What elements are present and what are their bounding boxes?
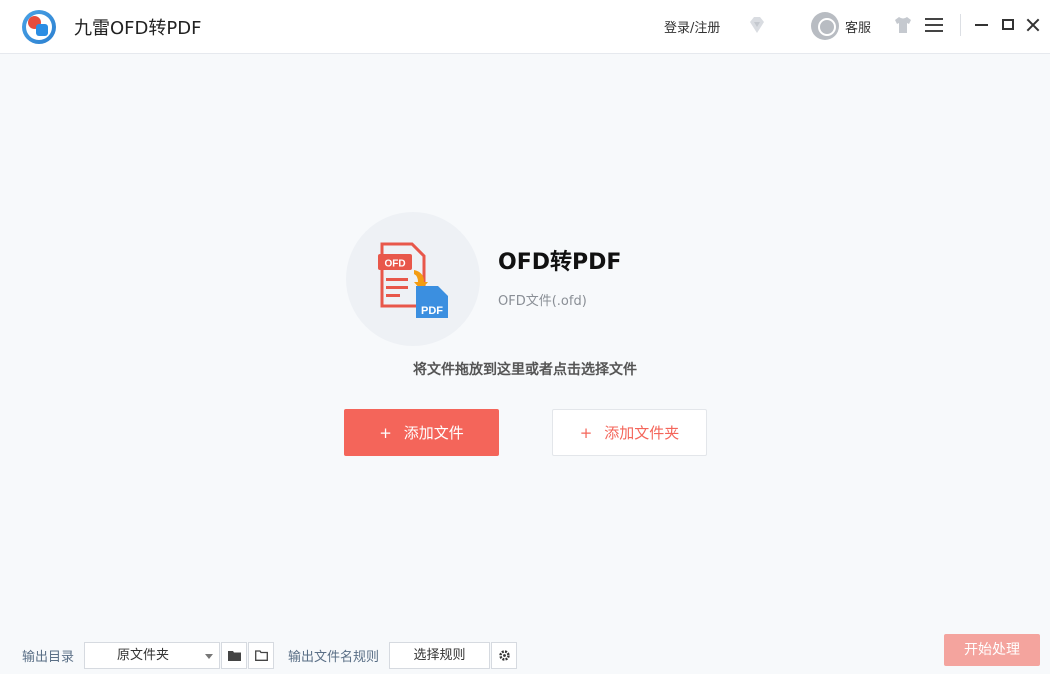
add-folder-label: 添加文件夹 bbox=[604, 424, 680, 442]
add-file-label: 添加文件 bbox=[403, 424, 464, 442]
chevron-down-icon bbox=[205, 654, 213, 659]
pdf-icon-text: PDF bbox=[421, 305, 443, 317]
app-logo bbox=[22, 10, 56, 44]
vip-diamond-icon[interactable] bbox=[746, 14, 768, 36]
skin-tshirt-icon[interactable] bbox=[893, 16, 913, 34]
output-dir-value: 原文件夹 bbox=[117, 648, 170, 663]
menu-icon[interactable] bbox=[925, 18, 943, 32]
filename-rule-label: 输出文件名规则 bbox=[288, 650, 380, 665]
login-register-link[interactable]: 登录/注册 bbox=[664, 17, 720, 36]
choose-rule-button[interactable]: 选择规则 bbox=[389, 642, 490, 669]
plus-icon: + bbox=[579, 423, 593, 442]
output-dir-select[interactable]: 原文件夹 bbox=[84, 642, 220, 669]
rule-settings-button[interactable] bbox=[491, 642, 517, 669]
start-processing-button[interactable]: 开始处理 bbox=[944, 634, 1040, 666]
maximize-icon[interactable] bbox=[1002, 19, 1014, 30]
open-folder-button[interactable] bbox=[248, 642, 274, 669]
titlebar-divider bbox=[960, 14, 961, 36]
plus-icon: + bbox=[379, 423, 392, 442]
conversion-subtitle: OFD文件(.ofd) bbox=[498, 294, 587, 309]
ofd-to-pdf-icon: OFD PDF bbox=[378, 242, 448, 318]
close-icon[interactable] bbox=[1024, 16, 1042, 34]
app-title: 九雷OFD转PDF bbox=[74, 18, 202, 39]
browse-folder-button[interactable] bbox=[221, 642, 247, 669]
add-file-button[interactable]: + 添加文件 bbox=[344, 409, 499, 456]
folder-filled-icon bbox=[228, 651, 241, 661]
support-avatar-icon[interactable] bbox=[811, 12, 839, 40]
minimize-icon[interactable] bbox=[975, 24, 988, 26]
title-bar: 九雷OFD转PDF 登录/注册 客服 bbox=[0, 0, 1050, 54]
support-label[interactable]: 客服 bbox=[845, 17, 871, 36]
conversion-title: OFD转PDF bbox=[498, 250, 622, 275]
folder-outline-icon bbox=[255, 650, 268, 661]
ofd-icon-text: OFD bbox=[384, 259, 405, 270]
output-dir-label: 输出目录 bbox=[22, 650, 75, 665]
drop-hint: 将文件拖放到这里或者点击选择文件 bbox=[413, 362, 637, 378]
gear-icon bbox=[499, 650, 510, 661]
add-folder-button[interactable]: + 添加文件夹 bbox=[552, 409, 707, 456]
